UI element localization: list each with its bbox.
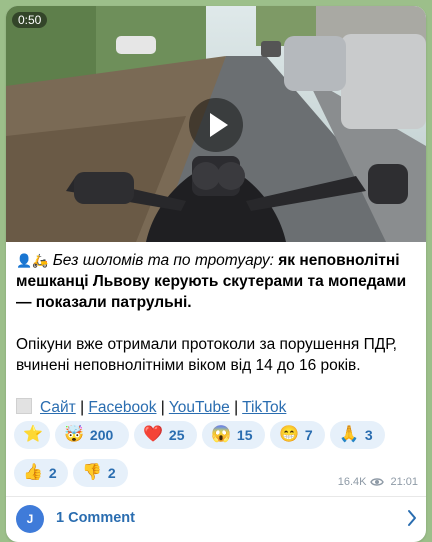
reaction-count: 2 [107, 465, 116, 481]
reaction-mind-blown[interactable]: 🤯 200 [55, 421, 129, 449]
reaction-heart[interactable]: ❤️ 25 [134, 421, 197, 449]
reaction-scream[interactable]: 😱 15 [202, 421, 265, 449]
thumbs-up-icon: 👍 [23, 464, 43, 481]
video-thumbnail[interactable]: 0:50 [6, 6, 426, 242]
reaction-star[interactable]: ⭐ [14, 421, 50, 449]
youtube-link[interactable]: YouTube [169, 399, 230, 416]
facebook-link[interactable]: Facebook [88, 399, 156, 416]
post-lead-emojis: 👤🛵 [16, 253, 49, 268]
play-button[interactable] [189, 98, 243, 152]
scream-icon: 😱 [211, 426, 231, 443]
reaction-count: 2 [48, 465, 57, 481]
reaction-count: 200 [89, 427, 114, 443]
reaction-thumbs-down[interactable]: 👎 2 [73, 459, 128, 487]
eye-icon [370, 478, 385, 486]
pray-icon: 🙏 [339, 426, 359, 443]
reaction-count: 15 [236, 427, 253, 443]
link-separator: | [80, 399, 85, 416]
reaction-grin[interactable]: 😁 7 [270, 421, 325, 449]
link-row: Сайт | Facebook | YouTube | TikTok [16, 398, 286, 417]
reaction-count: 25 [168, 427, 185, 443]
thumbs-down-icon: 👎 [82, 464, 102, 481]
star-icon: ⭐ [23, 426, 43, 443]
reaction-pray[interactable]: 🙏 3 [330, 421, 385, 449]
message-meta: 16.4K 21:01 [338, 476, 418, 488]
link-separator: | [234, 399, 239, 416]
tiktok-link[interactable]: TikTok [242, 399, 286, 416]
video-duration: 0:50 [12, 12, 48, 28]
grin-icon: 😁 [279, 426, 299, 443]
post-italic-text: Без шоломів та по тротуару: [52, 252, 274, 269]
comments-row[interactable]: J 1 Comment [6, 497, 426, 542]
reaction-count: 3 [364, 427, 373, 443]
chevron-right-icon [408, 510, 416, 526]
post-body-text: Опікуни вже отримали протоколи за поруше… [16, 336, 397, 374]
link-icon [16, 398, 32, 414]
view-count: 16.4K [337, 476, 367, 488]
avatar: J [16, 505, 44, 533]
mind-blown-icon: 🤯 [64, 426, 84, 443]
comments-label: 1 Comment [56, 510, 135, 526]
site-link[interactable]: Сайт [40, 399, 76, 416]
heart-icon: ❤️ [143, 426, 163, 443]
message-time: 21:01 [390, 476, 418, 488]
post-text: 👤🛵 Без шоломів та по тротуару: як неповн… [16, 250, 421, 376]
reaction-count: 7 [304, 427, 313, 443]
link-separator: | [160, 399, 165, 416]
reaction-thumbs-up[interactable]: 👍 2 [14, 459, 68, 487]
message-card: 0:50 👤🛵 Без шоломів та по тротуару: як н… [6, 6, 426, 542]
